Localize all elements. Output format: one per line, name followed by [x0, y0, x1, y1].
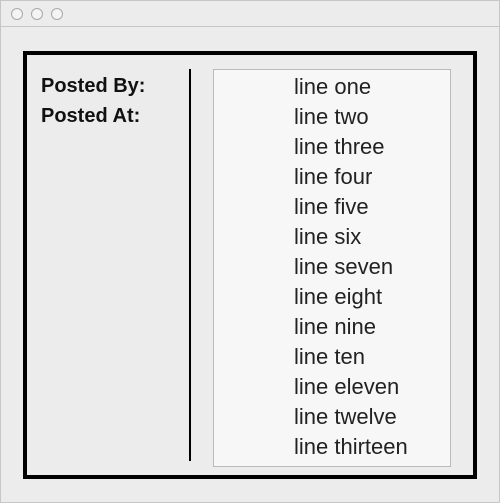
list-item[interactable]: line thirteen [294, 432, 450, 462]
window-content: Posted By: Posted At: line one line two … [1, 27, 499, 501]
list-column: line one line two line three line four l… [191, 69, 457, 461]
list-item[interactable]: line seven [294, 252, 450, 282]
list-item[interactable]: line three [294, 132, 450, 162]
main-panel: Posted By: Posted At: line one line two … [23, 51, 477, 479]
list-item[interactable]: line five [294, 192, 450, 222]
list-item[interactable]: line eight [294, 282, 450, 312]
list-item[interactable]: line two [294, 102, 450, 132]
list-item[interactable]: line ten [294, 342, 450, 372]
list-item[interactable]: line six [294, 222, 450, 252]
posted-at-label: Posted At: [41, 101, 181, 131]
list-item[interactable]: line one [294, 72, 450, 102]
close-icon[interactable] [11, 8, 23, 20]
list-item[interactable]: line twelve [294, 402, 450, 432]
posted-by-label: Posted By: [41, 71, 181, 101]
app-window: Posted By: Posted At: line one line two … [0, 0, 500, 503]
window-titlebar [1, 1, 499, 27]
list-item[interactable]: line four [294, 162, 450, 192]
lines-listbox[interactable]: line one line two line three line four l… [213, 69, 451, 467]
labels-column: Posted By: Posted At: [41, 69, 191, 461]
zoom-icon[interactable] [51, 8, 63, 20]
list-item[interactable]: line nine [294, 312, 450, 342]
list-item[interactable]: line eleven [294, 372, 450, 402]
minimize-icon[interactable] [31, 8, 43, 20]
